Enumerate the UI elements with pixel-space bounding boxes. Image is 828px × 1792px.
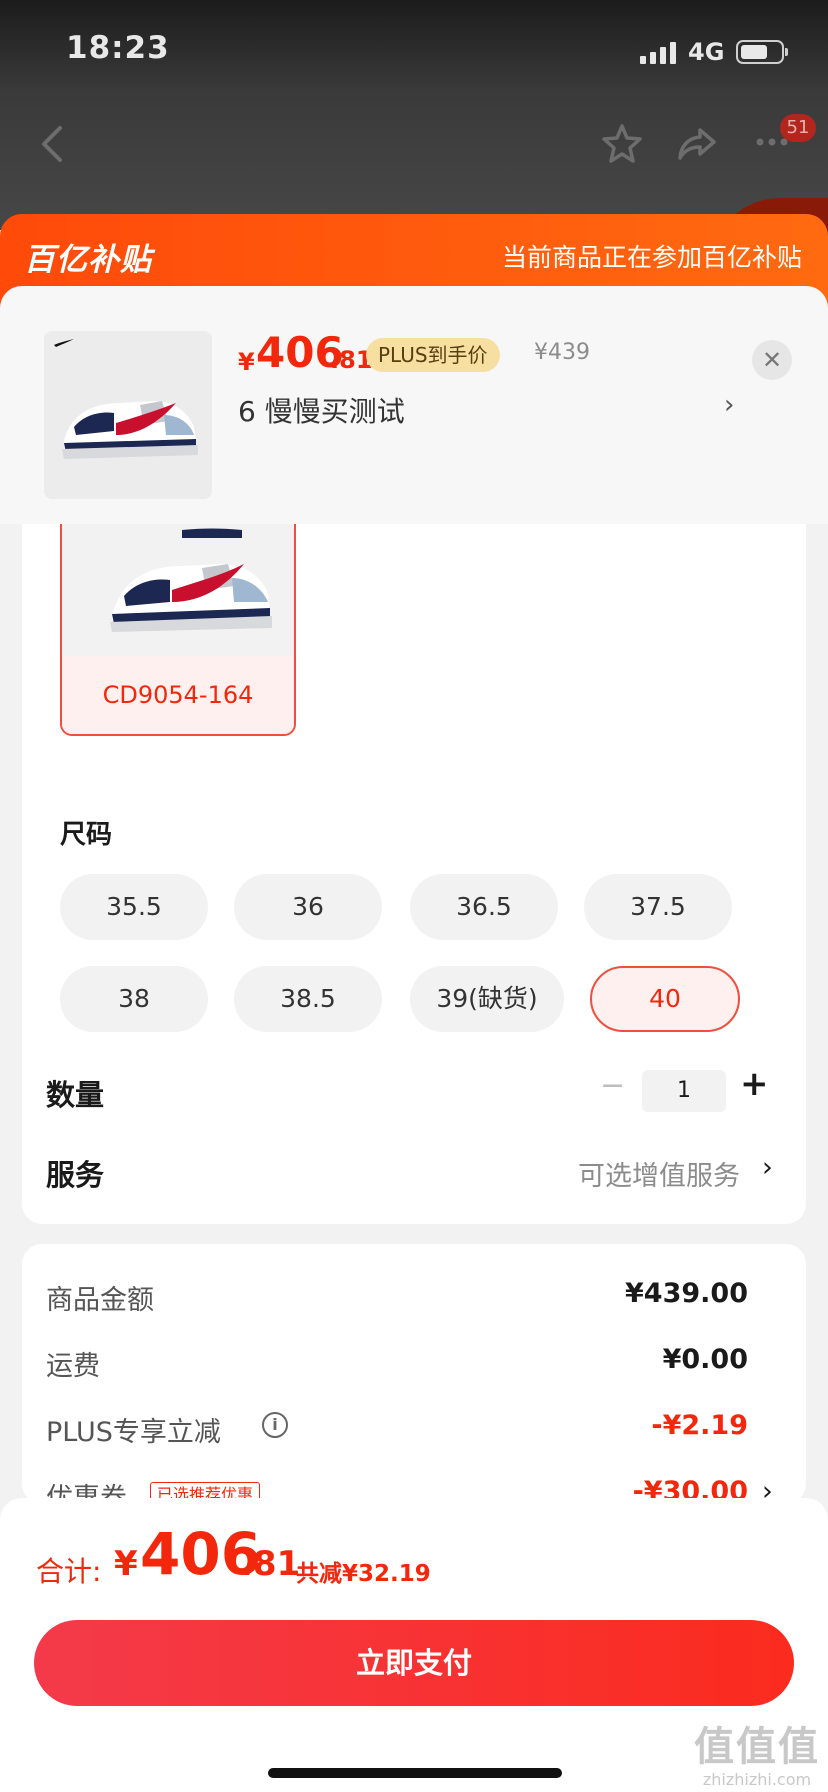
plus-price-tag: PLUS到手价 xyxy=(366,338,500,372)
spec-selection-panel: CD9054-164 尺码 35.5 36 36.5 37.5 38 38.5 … xyxy=(22,524,806,1224)
cost-breakdown-panel: 商品金额 ¥439.00 运费 ¥0.00 PLUS专享立减 i -¥2.19 … xyxy=(22,1244,806,1504)
size-option-selected[interactable]: 40 xyxy=(590,966,740,1032)
original-price: ¥439 xyxy=(534,340,590,365)
quantity-plus-button[interactable]: + xyxy=(740,1064,769,1104)
back-icon[interactable] xyxy=(38,124,66,168)
watermark-url: zhizhizhi.com xyxy=(702,1770,812,1789)
size-option[interactable]: 36.5 xyxy=(410,874,558,940)
cost-row-shipping: 运费 ¥0.00 xyxy=(22,1344,806,1394)
info-icon[interactable]: i xyxy=(262,1412,288,1438)
signal-icon xyxy=(640,42,678,64)
chevron-right-icon[interactable]: › xyxy=(762,1152,773,1183)
total-currency: ¥ xyxy=(114,1544,138,1584)
size-option[interactable]: 37.5 xyxy=(584,874,732,940)
cost-value: ¥0.00 xyxy=(662,1344,748,1375)
close-icon[interactable]: ✕ xyxy=(752,340,792,380)
cost-value: -¥2.19 xyxy=(651,1410,748,1441)
status-bar: 18:23 4G xyxy=(0,0,828,100)
network-type: 4G xyxy=(688,38,725,66)
cost-label: 商品金额 xyxy=(46,1285,154,1316)
price-currency: ¥ xyxy=(238,348,255,376)
cost-value: ¥439.00 xyxy=(625,1278,748,1309)
favorite-star-icon[interactable] xyxy=(600,122,644,170)
chevron-right-icon[interactable]: › xyxy=(724,390,734,420)
cost-row-subtotal: 商品金额 ¥439.00 xyxy=(22,1278,806,1328)
size-option[interactable]: 38 xyxy=(60,966,208,1032)
size-option[interactable]: 36 xyxy=(234,874,382,940)
watermark: 值值值 zhizhizhi.com xyxy=(694,1714,820,1789)
checkout-bar: 合计: ¥ 406 .81 共减¥32.19 立即支付 值值值 zhizhizh… xyxy=(0,1498,828,1792)
nav-bar: 51 xyxy=(0,110,828,180)
quantity-label: 数量 xyxy=(46,1078,105,1112)
size-option[interactable]: 35.5 xyxy=(60,874,208,940)
quantity-minus-button[interactable]: − xyxy=(600,1068,625,1103)
total-saving: 共减¥32.19 xyxy=(296,1561,431,1587)
size-section-title: 尺码 xyxy=(60,820,113,850)
size-option-out-of-stock[interactable]: 39(缺货) xyxy=(410,966,564,1032)
home-indicator[interactable] xyxy=(268,1768,562,1778)
total-decimal: .81 xyxy=(240,1544,301,1584)
status-time: 18:23 xyxy=(66,30,170,66)
quantity-input[interactable]: 1 xyxy=(642,1070,726,1112)
cost-row-plus-discount: PLUS专享立减 i -¥2.19 xyxy=(22,1410,806,1460)
selected-spec[interactable]: 6 慢慢买测试 xyxy=(238,390,405,430)
service-label: 服务 xyxy=(46,1158,105,1192)
product-summary-card: ¥ 406 .81 PLUS到手价 ¥439 6 慢慢买测试 › ✕ xyxy=(0,286,828,524)
pay-now-button[interactable]: 立即支付 xyxy=(34,1620,794,1706)
variant-image xyxy=(62,524,294,656)
subsidy-message: 当前商品正在参加百亿补贴 xyxy=(501,243,802,272)
size-option[interactable]: 38.5 xyxy=(234,966,382,1032)
total-label: 合计: xyxy=(36,1555,102,1588)
product-thumbnail xyxy=(44,331,212,499)
cost-label: PLUS专享立减 xyxy=(46,1417,221,1448)
variant-option-selected[interactable]: CD9054-164 xyxy=(60,524,296,736)
message-count-badge: 51 xyxy=(780,114,816,142)
variant-label: CD9054-164 xyxy=(62,656,294,734)
battery-icon xyxy=(736,40,788,64)
watermark-logo: 值值值 xyxy=(694,1724,820,1770)
cost-label: 运费 xyxy=(46,1351,100,1382)
service-hint[interactable]: 可选增值服务 xyxy=(578,1154,740,1193)
share-icon[interactable] xyxy=(676,124,718,168)
subsidy-logo: 百亿补贴 xyxy=(24,242,152,278)
